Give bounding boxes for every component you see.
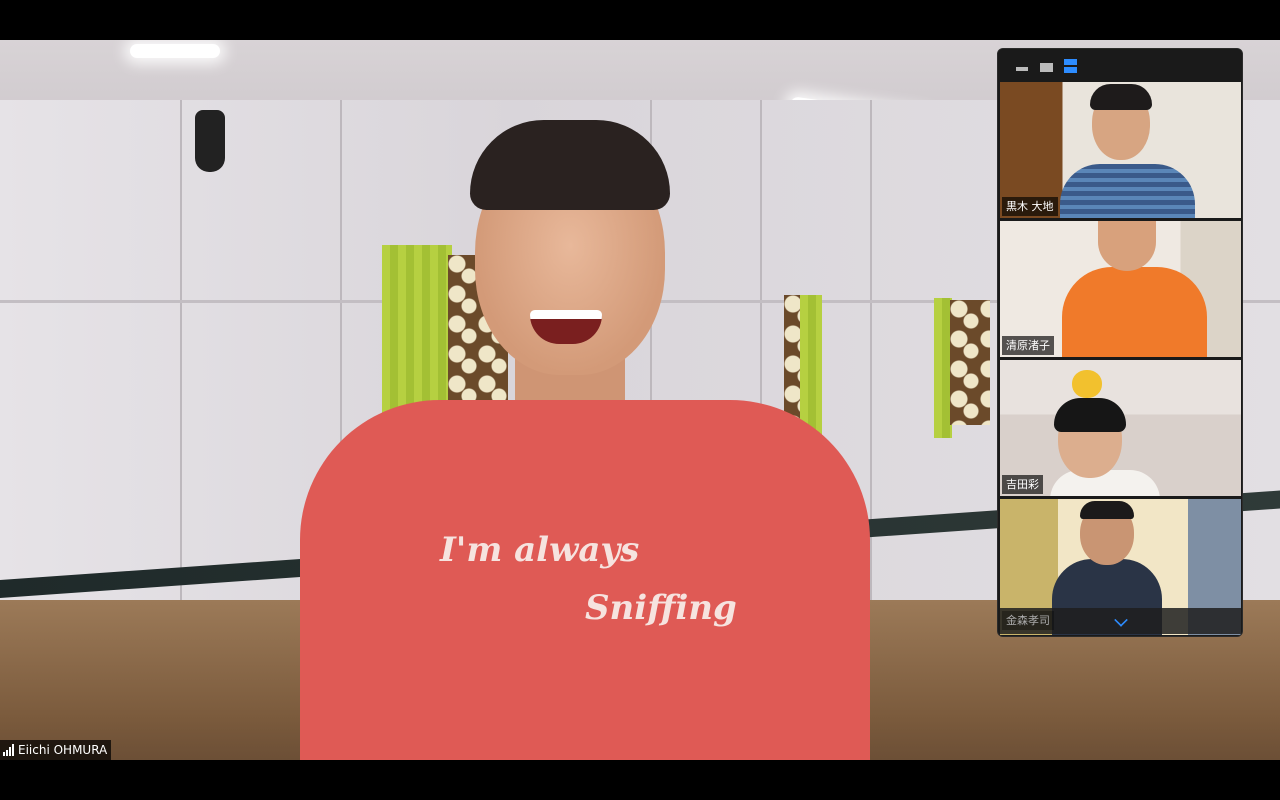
- curtain: [950, 300, 990, 425]
- gallery-scroll-down[interactable]: 金森孝司: [1000, 608, 1241, 634]
- shirt: I'm always Sniffing: [300, 400, 870, 760]
- tile-person-hair: [1080, 501, 1134, 519]
- gallery-view-icon[interactable]: [1064, 59, 1077, 73]
- strip-view-icon[interactable]: [1040, 63, 1053, 72]
- tile-person-hair: [1090, 84, 1152, 110]
- toy-bear-icon: [1072, 370, 1102, 398]
- participant-tile[interactable]: 吉田彩: [1000, 360, 1241, 496]
- chevron-down-icon[interactable]: [1114, 613, 1128, 627]
- signal-bars-icon: [3, 744, 14, 756]
- video-ceiling-light: [130, 44, 220, 58]
- participant-tile[interactable]: 清原渚子: [1000, 221, 1241, 357]
- gallery-toolbar: [998, 49, 1242, 82]
- shirt-print-line1: I'm always: [440, 530, 640, 570]
- participant-tile[interactable]: 黒木 大地: [1000, 82, 1241, 218]
- participant-gallery-panel: 黒木 大地 清原渚子 吉田彩 金森孝司: [997, 48, 1243, 637]
- tile-person-body: [1062, 267, 1207, 357]
- active-speaker-name-label: Eiichi OHMURA: [0, 740, 112, 760]
- participant-name: 吉田彩: [1002, 475, 1043, 494]
- participant-name: 黒木 大地: [1002, 197, 1058, 216]
- active-speaker-person: I'm always Sniffing: [300, 120, 870, 760]
- tile-person-hair: [1054, 398, 1126, 432]
- participant-name: 金森孝司: [1002, 611, 1054, 630]
- active-speaker-name: Eiichi OHMURA: [18, 743, 108, 757]
- tile-person-body: [1060, 164, 1195, 218]
- minimize-icon[interactable]: [1016, 67, 1028, 71]
- hair: [470, 120, 670, 210]
- participant-name: 清原渚子: [1002, 336, 1054, 355]
- spotlight-fixture: [195, 110, 225, 172]
- shirt-print-line2: Sniffing: [585, 588, 737, 628]
